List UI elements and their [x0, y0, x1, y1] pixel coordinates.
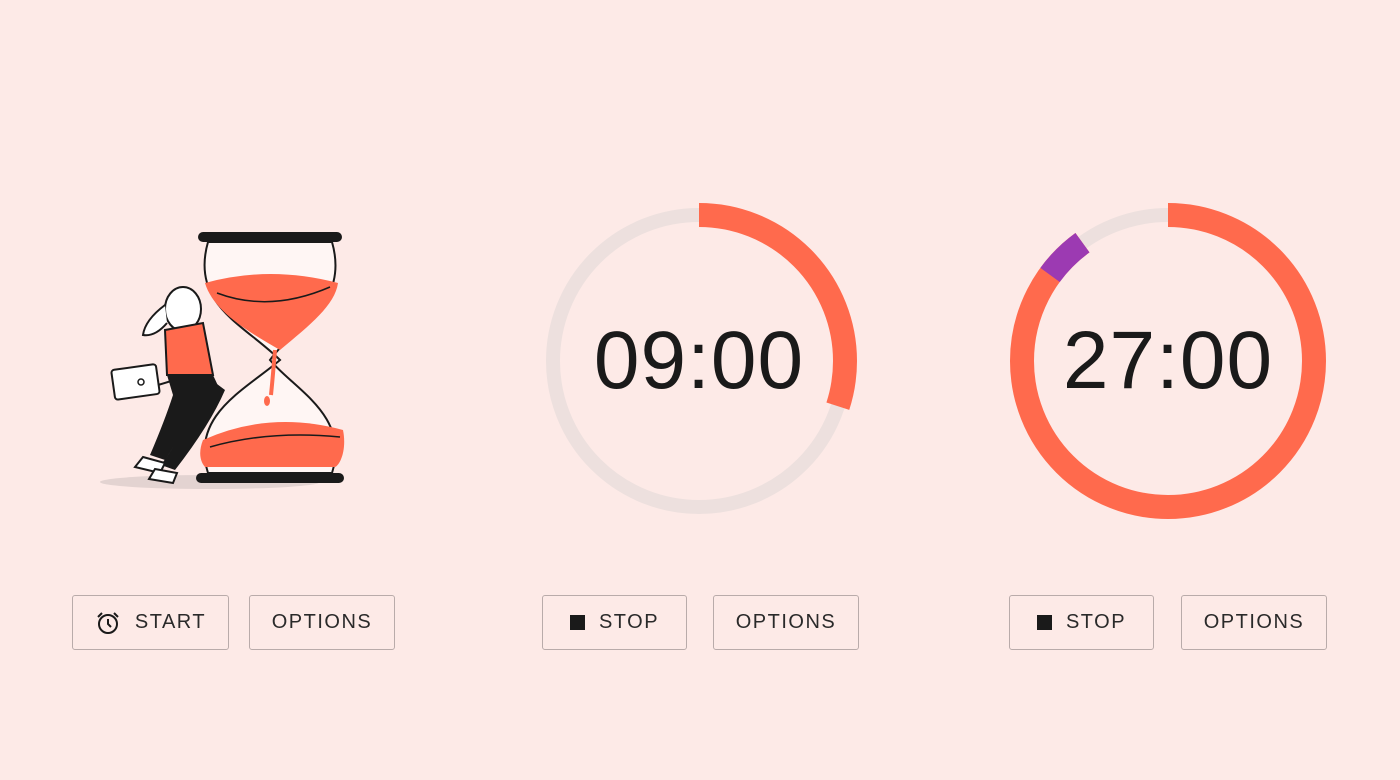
time-display: 09:00 — [593, 315, 805, 406]
timer-ring: 27:00 — [1010, 203, 1326, 519]
stop-icon — [1036, 615, 1052, 630]
time-display: 27:00 — [1062, 315, 1274, 406]
stop-label: STOP — [1065, 611, 1127, 633]
start-label: START — [134, 611, 207, 633]
timer-ring: 09:00 — [541, 203, 857, 519]
options-button[interactable]: OPTIONS — [713, 595, 859, 650]
timer-panel-27min: 27:00 STOP OPTIONS — [934, 0, 1400, 780]
start-button[interactable]: START — [72, 595, 229, 650]
stop-button[interactable]: STOP — [1009, 595, 1154, 650]
options-label: OPTIONS — [271, 611, 373, 633]
stop-label: STOP — [598, 611, 660, 633]
options-button[interactable]: OPTIONS — [1181, 595, 1327, 650]
timer-panel-9min: 09:00 STOP OPTIONS — [467, 0, 933, 780]
options-button[interactable]: OPTIONS — [249, 595, 395, 650]
hourglass-illustration — [100, 232, 345, 489]
timer-idle-panel: START OPTIONS — [0, 0, 466, 780]
options-label: OPTIONS — [1203, 611, 1305, 633]
alarm-clock-icon — [95, 610, 121, 636]
options-label: OPTIONS — [735, 611, 837, 633]
stop-icon — [569, 615, 585, 630]
stop-button[interactable]: STOP — [542, 595, 687, 650]
